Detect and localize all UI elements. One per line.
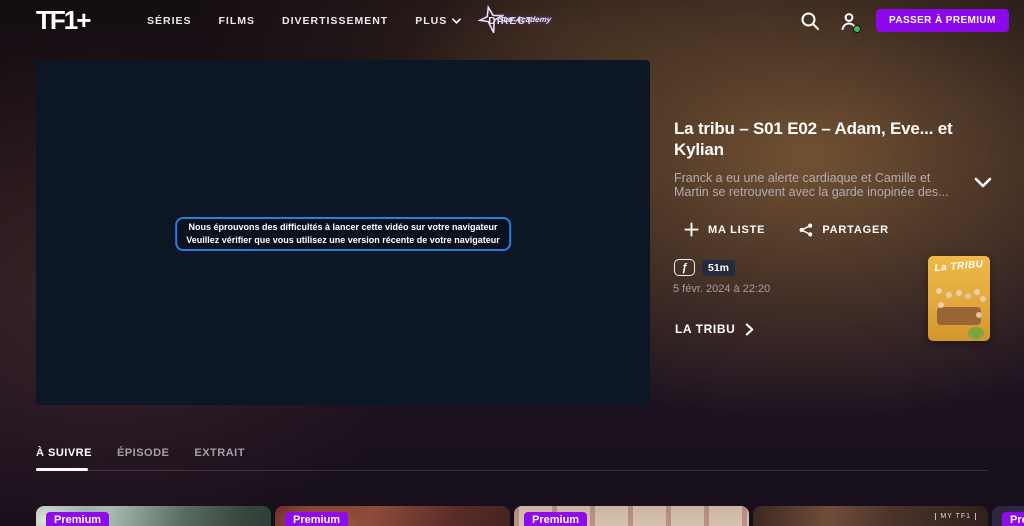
episode-actions: MA LISTE PARTAGER xyxy=(684,222,889,237)
tab-episode[interactable]: ÉPISODE xyxy=(117,447,169,459)
top-nav: TF1+ SÉRIES FILMS DIVERTISSEMENT PLUS DI… xyxy=(0,0,1024,42)
chevron-down-icon xyxy=(452,18,461,24)
content-tabs: À SUIVRE ÉPISODE EXTRAIT xyxy=(36,447,245,459)
video-player[interactable]: Nous éprouvons des difficultés à lancer … xyxy=(36,60,650,405)
poster-pouf-art xyxy=(968,327,984,339)
nav-item-series[interactable]: SÉRIES xyxy=(147,15,192,27)
share-icon xyxy=(799,223,813,237)
premium-badge: Premium xyxy=(524,512,587,526)
online-status-dot xyxy=(853,25,861,33)
premium-upgrade-button[interactable]: PASSER À PREMIUM xyxy=(876,9,1009,32)
premium-badge: Premium xyxy=(285,512,348,526)
tab-a-suivre[interactable]: À SUIVRE xyxy=(36,447,92,459)
premium-badge: Premium xyxy=(46,512,109,526)
expand-description-chevron-down-icon[interactable] xyxy=(974,177,992,195)
poster-people-art xyxy=(936,288,942,294)
share-button[interactable]: PARTAGER xyxy=(799,222,889,237)
nav-item-label: PLUS xyxy=(415,15,447,27)
video-thumbnail[interactable]: Premium xyxy=(275,506,510,526)
nav-item-films[interactable]: FILMS xyxy=(219,15,256,27)
primary-nav: SÉRIES FILMS DIVERTISSEMENT PLUS DIRECT xyxy=(147,0,533,42)
video-thumbnail[interactable]: MY TF1 xyxy=(753,506,988,526)
tf1plus-logo[interactable]: TF1+ xyxy=(36,5,89,36)
search-icon[interactable] xyxy=(799,10,821,32)
poster-title: La TRIBU xyxy=(928,258,990,274)
rating-icon: ƒ xyxy=(674,259,695,276)
mytf1-watermark: MY TF1 xyxy=(935,513,976,520)
episode-title: La tribu – S01 E02 – Adam, Eve... et Kyl… xyxy=(674,118,994,160)
nav-item-plus-menu[interactable]: PLUS xyxy=(415,15,461,27)
tabs-divider xyxy=(36,470,988,471)
episode-description: Franck a eu une alerte cardiaque et Cami… xyxy=(674,172,966,199)
nav-item-divertissement[interactable]: DIVERTISSEMENT xyxy=(282,15,388,27)
tf1plus-page: TF1+ SÉRIES FILMS DIVERTISSEMENT PLUS DI… xyxy=(0,0,1024,526)
poster-couch-art xyxy=(937,307,981,325)
show-poster[interactable]: La TRIBU xyxy=(928,256,990,341)
video-thumbnail[interactable]: Premium xyxy=(992,506,1024,526)
my-list-button[interactable]: MA LISTE xyxy=(684,222,765,237)
video-thumbnail[interactable]: Premium xyxy=(514,506,749,526)
nav-item-label: SÉRIES xyxy=(147,15,192,27)
broadcast-date: 5 févr. 2024 à 22:20 xyxy=(673,283,770,295)
tab-extrait[interactable]: EXTRAIT xyxy=(194,447,245,459)
my-list-label: MA LISTE xyxy=(708,224,765,236)
show-page-link[interactable]: LA TRIBU xyxy=(675,322,754,336)
star-academy-link[interactable]: Star Academy xyxy=(478,5,551,35)
active-tab-underline xyxy=(36,468,88,471)
nav-item-label: DIVERTISSEMENT xyxy=(282,15,388,27)
profile-icon[interactable] xyxy=(838,10,860,32)
share-label: PARTAGER xyxy=(822,224,889,236)
star-academy-label: Star Academy xyxy=(497,16,551,24)
episode-meta: ƒ 51m xyxy=(674,259,735,276)
nav-item-label: FILMS xyxy=(219,15,256,27)
duration-badge: 51m xyxy=(702,260,735,276)
show-link-label: LA TRIBU xyxy=(675,322,735,336)
video-thumbnail[interactable]: Premium xyxy=(36,506,271,526)
premium-badge: Premium xyxy=(1002,512,1024,526)
plus-icon xyxy=(684,222,699,237)
chevron-right-icon xyxy=(745,323,754,336)
player-error-message: Nous éprouvons des difficultés à lancer … xyxy=(175,217,511,251)
